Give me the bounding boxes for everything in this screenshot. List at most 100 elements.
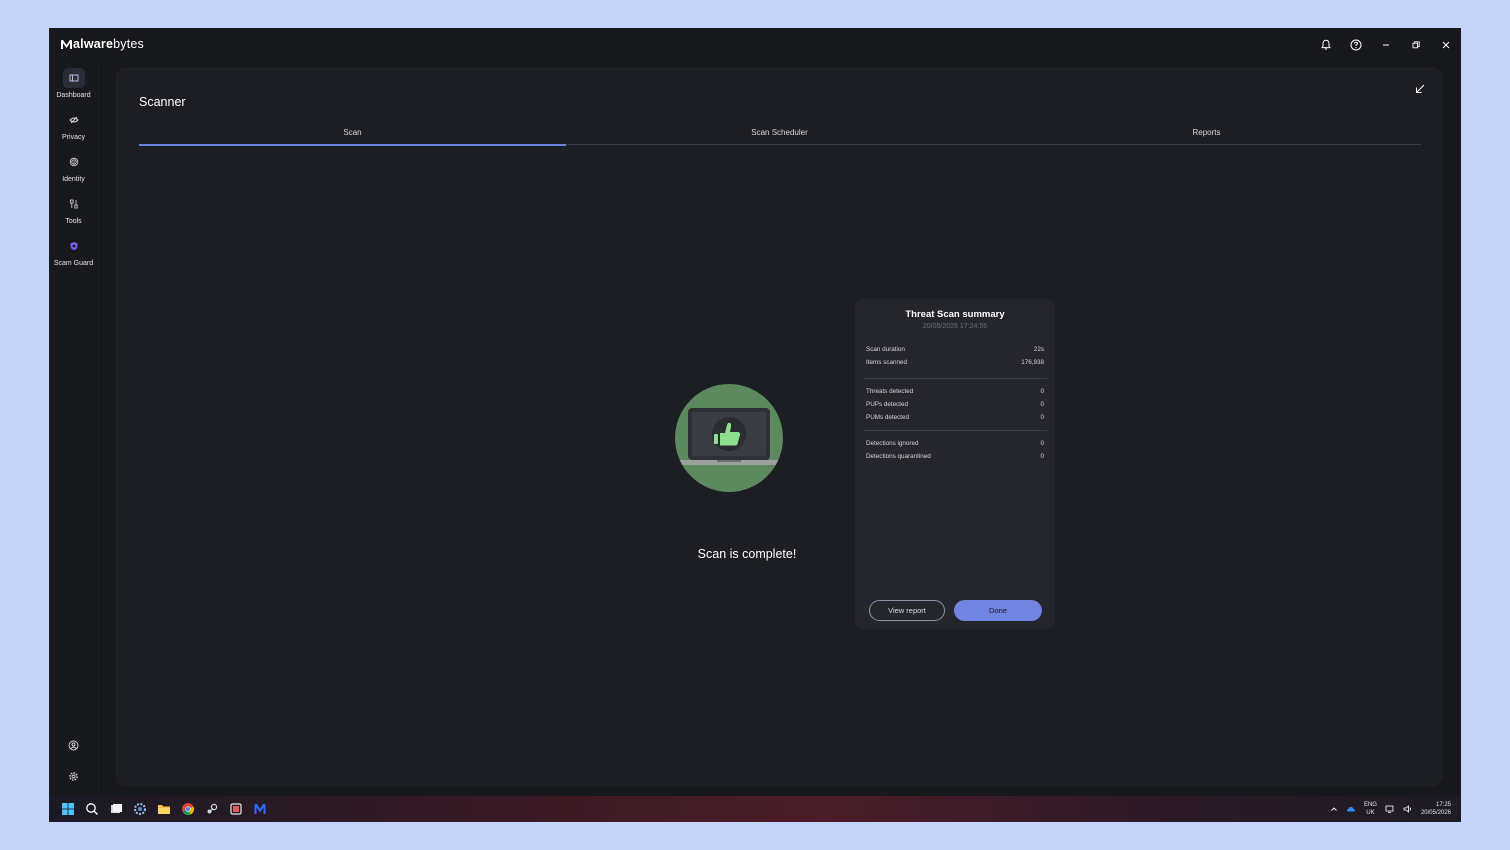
- help-button[interactable]: [1341, 30, 1371, 60]
- sidebar-item-label: Identity: [62, 176, 85, 183]
- minimize-icon: [1383, 44, 1389, 46]
- summary-row-value: 176,938: [1021, 359, 1044, 366]
- chrome-icon: [182, 803, 195, 815]
- system-tray: ENG UK 17:25 20/05/2026: [1330, 796, 1451, 822]
- taskbar: ENG UK 17:25 20/05/2026: [49, 796, 1461, 822]
- laptop-thumbs-up-icon: [678, 408, 780, 465]
- summary-row-label: Threats detected: [866, 388, 914, 395]
- taskbar-malwarebytes[interactable]: [251, 800, 269, 818]
- volume-icon[interactable]: [1403, 804, 1413, 814]
- view-report-button[interactable]: View report: [869, 600, 945, 621]
- restore-icon: [1412, 41, 1420, 49]
- tab-reports[interactable]: Reports: [993, 126, 1420, 145]
- scanner-panel: Scanner Scan Scan Scheduler Reports Scan…: [116, 68, 1442, 786]
- logo-bold: alware: [73, 37, 114, 51]
- account-icon: [68, 740, 79, 751]
- settings-app-icon: [134, 803, 146, 815]
- clock-date: 20/05/2026: [1420, 810, 1451, 816]
- threat-scan-summary-card: Threat Scan summary 20/05/2026 17:24:56 …: [855, 299, 1055, 629]
- summary-row-value: 0: [1040, 414, 1044, 421]
- divider: [863, 378, 1047, 379]
- summary-title: Threat Scan summary: [905, 309, 1005, 320]
- sidebar-item-identity[interactable]: Identity: [49, 152, 98, 183]
- start-button[interactable]: [59, 800, 77, 818]
- restore-button[interactable]: [1401, 30, 1431, 60]
- language-indicator[interactable]: ENG UK: [1364, 801, 1377, 817]
- sidebar-item-dashboard[interactable]: Dashboard: [49, 68, 98, 99]
- close-icon: [1442, 41, 1450, 49]
- fingerprint-icon: [69, 157, 78, 167]
- summary-row-value: 0: [1040, 440, 1044, 447]
- notifications-button[interactable]: [1311, 30, 1341, 60]
- close-button[interactable]: [1431, 30, 1461, 60]
- sidebar-item-label: Tools: [65, 218, 82, 225]
- tab-scan-scheduler[interactable]: Scan Scheduler: [566, 126, 993, 145]
- collapse-arrow-icon: [1416, 84, 1425, 93]
- onedrive-icon[interactable]: [1346, 804, 1356, 814]
- summary-row: PUPs detected 0: [866, 401, 1044, 411]
- summary-row-value: 0: [1040, 401, 1044, 408]
- divider: [863, 430, 1047, 431]
- settings-button[interactable]: [49, 771, 98, 782]
- taskbar-chrome[interactable]: [179, 800, 197, 818]
- taskbar-steam[interactable]: [203, 800, 221, 818]
- tab-scan[interactable]: Scan: [139, 126, 566, 146]
- summary-row-label: PUMs detected: [866, 414, 910, 421]
- task-view-button[interactable]: [107, 800, 125, 818]
- tab-bar: Scan Scan Scheduler Reports: [139, 126, 1421, 146]
- summary-row-value: 22s: [1033, 346, 1044, 353]
- eye-off-icon: [68, 116, 79, 124]
- summary-row: Detections quarantined 0: [866, 453, 1044, 463]
- search-icon: [86, 803, 98, 815]
- file-explorer-icon: [158, 805, 170, 814]
- taskbar-search-button[interactable]: [83, 800, 101, 818]
- logo-rest: bytes: [113, 37, 145, 51]
- chevron-up-icon[interactable]: [1330, 805, 1338, 813]
- app-window: alware bytes Dashboard Privacy Identity …: [49, 28, 1461, 822]
- windows-start-icon: [62, 803, 74, 815]
- collapse-button[interactable]: [1415, 81, 1425, 99]
- bell-icon: [1321, 39, 1331, 50]
- sidebar-item-scam-guard[interactable]: Scam Guard: [49, 236, 98, 267]
- snipping-tool-icon: [230, 803, 242, 815]
- sidebar-divider: [98, 62, 99, 796]
- sidebar-item-label: Dashboard: [56, 92, 91, 99]
- malwarebytes-logo-icon: [61, 39, 72, 49]
- summary-row-label: PUPs detected: [866, 401, 909, 408]
- minimize-button[interactable]: [1371, 30, 1401, 60]
- title-bar: alware bytes: [49, 28, 1461, 62]
- scan-status-message: Scan is complete!: [697, 547, 797, 561]
- taskbar-settings-app[interactable]: [131, 800, 149, 818]
- settings-icon: [69, 772, 78, 781]
- done-button[interactable]: Done: [954, 600, 1042, 621]
- page-title: Scanner: [139, 95, 186, 109]
- summary-row-value: 0: [1040, 388, 1044, 395]
- clock[interactable]: 17:25 20/05/2026: [1421, 801, 1451, 817]
- scan-complete-illustration: [674, 384, 784, 492]
- sidebar-item-privacy[interactable]: Privacy: [49, 110, 98, 141]
- summary-row-label: Detections ignored: [866, 440, 919, 447]
- summary-row-label: Items scanned: [866, 359, 907, 366]
- summary-row-label: Scan duration: [866, 346, 905, 353]
- malwarebytes-icon: [254, 804, 266, 814]
- sidebar: Dashboard Privacy Identity Tools Scam Gu…: [49, 62, 98, 796]
- sidebar-item-label: Privacy: [62, 134, 85, 141]
- summary-row: Threats detected 0: [866, 388, 1044, 398]
- summary-row-label: Detections quarantined: [866, 453, 931, 460]
- language-code: ENG: [1363, 802, 1377, 808]
- network-icon[interactable]: [1385, 804, 1395, 814]
- dashboard-icon: [69, 74, 78, 82]
- help-icon: [1350, 39, 1362, 51]
- summary-row: Items scanned 176,938: [866, 359, 1044, 369]
- sidebar-item-label: Scam Guard: [53, 260, 94, 267]
- task-view-icon: [111, 804, 122, 813]
- sidebar-item-tools[interactable]: Tools: [49, 194, 98, 225]
- steam-icon: [207, 803, 218, 814]
- account-button[interactable]: [49, 740, 98, 751]
- summary-date: 20/05/2026 17:24:56: [922, 323, 988, 330]
- taskbar-snipping-tool[interactable]: [227, 800, 245, 818]
- tools-icon: [69, 199, 78, 209]
- taskbar-file-explorer[interactable]: [155, 800, 173, 818]
- scam-guard-icon: [70, 242, 77, 251]
- summary-row-value: 0: [1040, 453, 1044, 460]
